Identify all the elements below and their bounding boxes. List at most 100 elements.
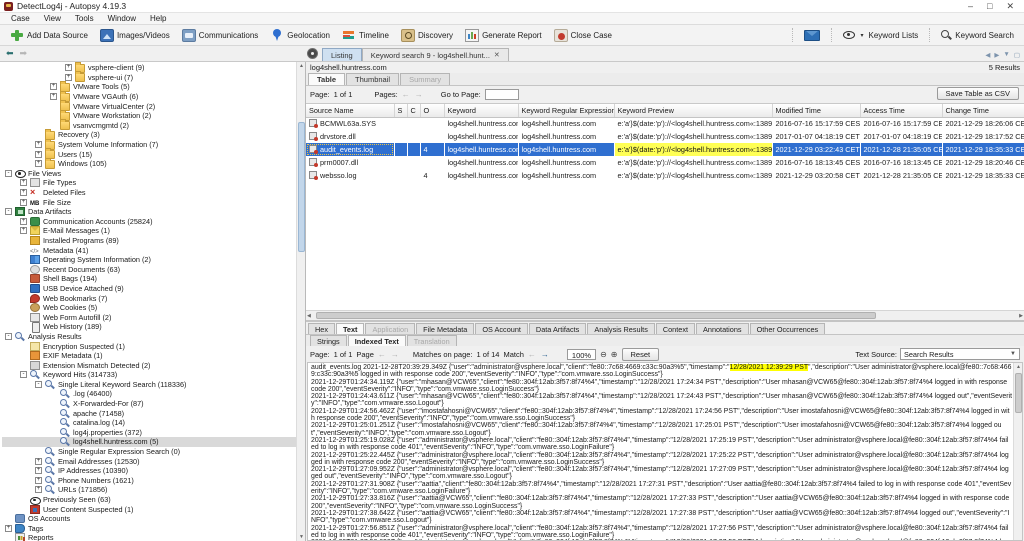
text-scrollbar[interactable]: ▲ <box>1013 363 1022 540</box>
collapse-icon[interactable]: - <box>5 170 12 177</box>
tab-listing[interactable]: Listing <box>322 48 362 61</box>
expand-icon[interactable]: + <box>5 525 12 532</box>
tree-item-log4shell-huntress-com-5[interactable]: log4shell.huntress.com (5) <box>2 437 305 447</box>
tab-other-occurrences[interactable]: Other Occurrences <box>750 323 826 334</box>
tree-scrollbar[interactable]: ▲ ▼ <box>296 62 305 541</box>
tree-item-web-form-autofill-2[interactable]: Web Form Autofill (2) <box>2 312 305 322</box>
menu-tools[interactable]: Tools <box>68 14 101 23</box>
next-match-button[interactable]: → <box>541 350 549 359</box>
scroll-left-icon[interactable]: ◀ <box>307 312 311 320</box>
save-table-csv-button[interactable]: Save Table as CSV <box>937 87 1019 100</box>
tree-item-single-literal-keyword-search-118336[interactable]: -Single Literal Keyword Search (118336) <box>2 380 305 390</box>
expand-icon[interactable]: + <box>65 64 72 71</box>
tree-item-data-artifacts[interactable]: -Data Artifacts <box>2 207 305 217</box>
column-header-access-time[interactable]: Access Time <box>860 104 942 117</box>
tree-item-analysis-results[interactable]: -Analysis Results <box>2 332 305 342</box>
tab-annotations[interactable]: Annotations <box>696 323 749 334</box>
communications-button[interactable]: Communications <box>176 26 265 45</box>
tree-item-metadata-41[interactable]: Metadata (41) <box>2 245 305 255</box>
tab-table[interactable]: Table <box>308 73 345 85</box>
tree-item-file-views[interactable]: -File Views <box>2 169 305 179</box>
tree-item-encryption-suspected-1[interactable]: Encryption Suspected (1) <box>2 341 305 351</box>
menu-case[interactable]: Case <box>4 14 37 23</box>
collapse-icon[interactable]: - <box>35 381 42 388</box>
zoom-out-icon[interactable]: ⊖ <box>600 350 607 359</box>
tree-item-web-bookmarks-7[interactable]: Web Bookmarks (7) <box>2 293 305 303</box>
tree-item-file-size[interactable]: +File Size <box>2 197 305 207</box>
tree-item-ip-addresses-10390[interactable]: +IP Addresses (10390) <box>2 466 305 476</box>
tree-item-log4j-properties-372[interactable]: log4j.properties (372) <box>2 428 305 438</box>
tab-os-account[interactable]: OS Account <box>475 323 528 334</box>
scroll-right-icon[interactable]: ▶ <box>1019 312 1023 320</box>
menu-help[interactable]: Help <box>143 14 173 23</box>
tree-item-windows-105[interactable]: +Windows (105) <box>2 159 305 169</box>
text-prev-page-button[interactable]: ← <box>378 350 386 359</box>
column-header-c[interactable]: C <box>407 104 420 117</box>
tree-item-extension-mismatch-detected-2[interactable]: Extension Mismatch Detected (2) <box>2 360 305 370</box>
expand-icon[interactable]: + <box>35 151 42 158</box>
images-videos-button[interactable]: Images/Videos <box>94 26 176 45</box>
text-source-select[interactable]: Search Results ▼ <box>900 348 1020 360</box>
expand-icon[interactable]: + <box>50 83 57 90</box>
column-header-keyword[interactable]: Keyword <box>444 104 518 117</box>
add-data-source-button[interactable]: Add Data Source <box>4 26 94 45</box>
h-scrollbar-thumb[interactable] <box>316 312 876 319</box>
goto-page-input[interactable] <box>485 89 519 100</box>
text-next-page-button[interactable]: → <box>391 350 399 359</box>
column-header-change-time[interactable]: Change Time <box>942 104 1024 117</box>
tree-item-apache-71458[interactable]: apache (71458) <box>2 408 305 418</box>
prev-page-button[interactable]: ← <box>402 90 410 99</box>
expand-icon[interactable]: + <box>20 218 27 225</box>
tree-item-email-addresses-12530[interactable]: +Email Addresses (12530) <box>2 456 305 466</box>
minimize-button[interactable]: – <box>968 1 973 12</box>
expand-icon[interactable]: + <box>20 199 27 206</box>
tree-item-vmware-workstation-2[interactable]: VMware Workstation (2) <box>2 111 305 121</box>
column-header-source-name[interactable]: Source Name <box>306 104 394 117</box>
tree-item-usb-device-attached-9[interactable]: USB Device Attached (9) <box>2 284 305 294</box>
maximize-button[interactable]: □ <box>987 1 992 12</box>
table-horizontal-scrollbar[interactable]: ◀ ▶ <box>306 310 1024 320</box>
scroll-down-icon[interactable]: ▼ <box>297 533 306 541</box>
tree-item-urls-171856[interactable]: +URLs (171856) <box>2 485 305 495</box>
tree-item-vmware-tools-5[interactable]: +VMware Tools (5) <box>2 82 305 92</box>
menu-view[interactable]: View <box>37 14 68 23</box>
expand-icon[interactable]: + <box>20 227 27 234</box>
tree-item-keyword-hits-314733[interactable]: -Keyword Hits (314733) <box>2 370 305 380</box>
collapse-icon[interactable]: - <box>5 208 12 215</box>
scroll-up-icon[interactable]: ▲ <box>297 62 306 71</box>
scroll-up-icon[interactable]: ▲ <box>1014 363 1023 372</box>
close-button[interactable]: ✕ <box>1006 1 1014 12</box>
inbox-button[interactable] <box>798 27 826 44</box>
tree-item-e-mail-messages-1[interactable]: +E-Mail Messages (1) <box>2 226 305 236</box>
expand-icon[interactable]: + <box>35 458 42 465</box>
tree-item-deleted-files[interactable]: +Deleted Files <box>2 188 305 198</box>
next-page-button[interactable]: → <box>415 90 423 99</box>
column-header-s[interactable]: S <box>394 104 407 117</box>
tree-item-vmware-virtualcenter-2[interactable]: VMware VirtualCenter (2) <box>2 101 305 111</box>
column-header-keyword-regular-expression[interactable]: Keyword Regular Expression <box>518 104 614 117</box>
column-header-keyword-preview[interactable]: Keyword Preview <box>614 104 772 117</box>
back-button[interactable]: ⬅ <box>6 49 14 58</box>
zoom-level-field[interactable]: 100% <box>567 349 596 360</box>
column-header-modified-time[interactable]: Modified Time <box>772 104 860 117</box>
collapse-icon[interactable]: - <box>20 371 27 378</box>
tab-data-artifacts[interactable]: Data Artifacts <box>529 323 586 334</box>
indexed-text-content[interactable]: audit_events.log 2021-12-28T20:39:29.349… <box>307 362 1023 541</box>
tab-context[interactable]: Context <box>656 323 695 334</box>
table-row[interactable]: audit_events.log4log4shell.huntress.coml… <box>306 143 1024 156</box>
keyword-lists-button[interactable]: ▾ Keyword Lists <box>837 28 924 43</box>
tab-strings[interactable]: Strings <box>310 335 347 346</box>
tree-item-os-accounts[interactable]: OS Accounts <box>2 514 305 524</box>
gear-icon[interactable] <box>306 47 319 60</box>
tree-item-tags[interactable]: +Tags <box>2 524 305 534</box>
tab-thumbnail[interactable]: Thumbnail <box>346 73 399 85</box>
tree-item-user-content-suspected-1[interactable]: User Content Suspected (1) <box>2 504 305 514</box>
tree-item-vsphere-client-9[interactable]: +vsphere-client (9) <box>2 63 305 73</box>
table-row[interactable]: drvstore.dlllog4shell.huntress.comlog4sh… <box>306 130 1024 143</box>
tree-item-shell-bags-194[interactable]: Shell Bags (194) <box>2 274 305 284</box>
column-header-o[interactable]: O <box>420 104 444 117</box>
close-icon[interactable]: ✕ <box>494 51 500 59</box>
tree-item-exif-metadata-1[interactable]: EXIF Metadata (1) <box>2 351 305 361</box>
table-row[interactable]: prm0007.dlllog4shell.huntress.comlog4she… <box>306 156 1024 169</box>
keyword-search-button[interactable]: Keyword Search <box>935 27 1020 44</box>
